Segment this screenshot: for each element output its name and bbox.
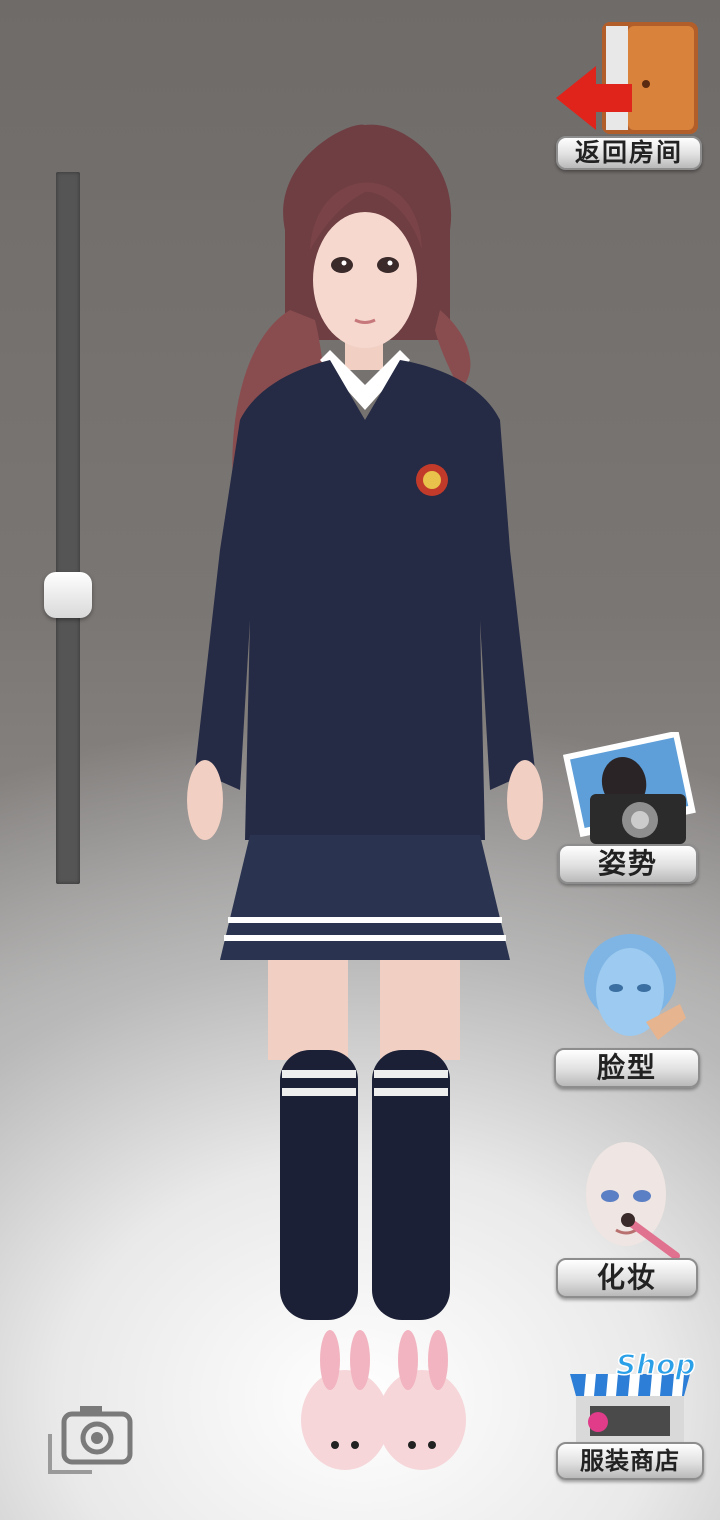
- camera-photo-icon: [562, 732, 696, 844]
- face-shape-label: 脸型: [554, 1048, 700, 1088]
- pose-label: 姿势: [558, 844, 698, 884]
- game-stage: 返回房间 姿势 脸型 化妆 Shop 服装商店: [0, 0, 720, 1520]
- screenshot-camera-button[interactable]: [46, 1400, 136, 1476]
- makeup-label: 化妆: [556, 1258, 698, 1298]
- character-avatar[interactable]: [150, 120, 580, 1500]
- makeup-button[interactable]: 化妆: [556, 1138, 698, 1298]
- clothing-shop-label: 服装商店: [556, 1442, 704, 1480]
- clothing-shop-button[interactable]: Shop 服装商店: [556, 1352, 704, 1480]
- return-room-label: 返回房间: [556, 136, 702, 170]
- face-shape-button[interactable]: 脸型: [554, 930, 700, 1088]
- zoom-slider-track[interactable]: [56, 172, 80, 884]
- shop-sign-text: Shop: [616, 1352, 695, 1381]
- pose-button[interactable]: 姿势: [558, 732, 698, 884]
- return-room-button[interactable]: 返回房间: [556, 18, 702, 170]
- door-exit-icon: [556, 22, 698, 134]
- zoom-slider-thumb[interactable]: [44, 571, 92, 618]
- makeup-brush-icon: [586, 1142, 680, 1260]
- face-shape-icon: [584, 934, 686, 1040]
- camera-icon: [48, 1406, 133, 1474]
- shop-icon: Shop: [570, 1352, 696, 1444]
